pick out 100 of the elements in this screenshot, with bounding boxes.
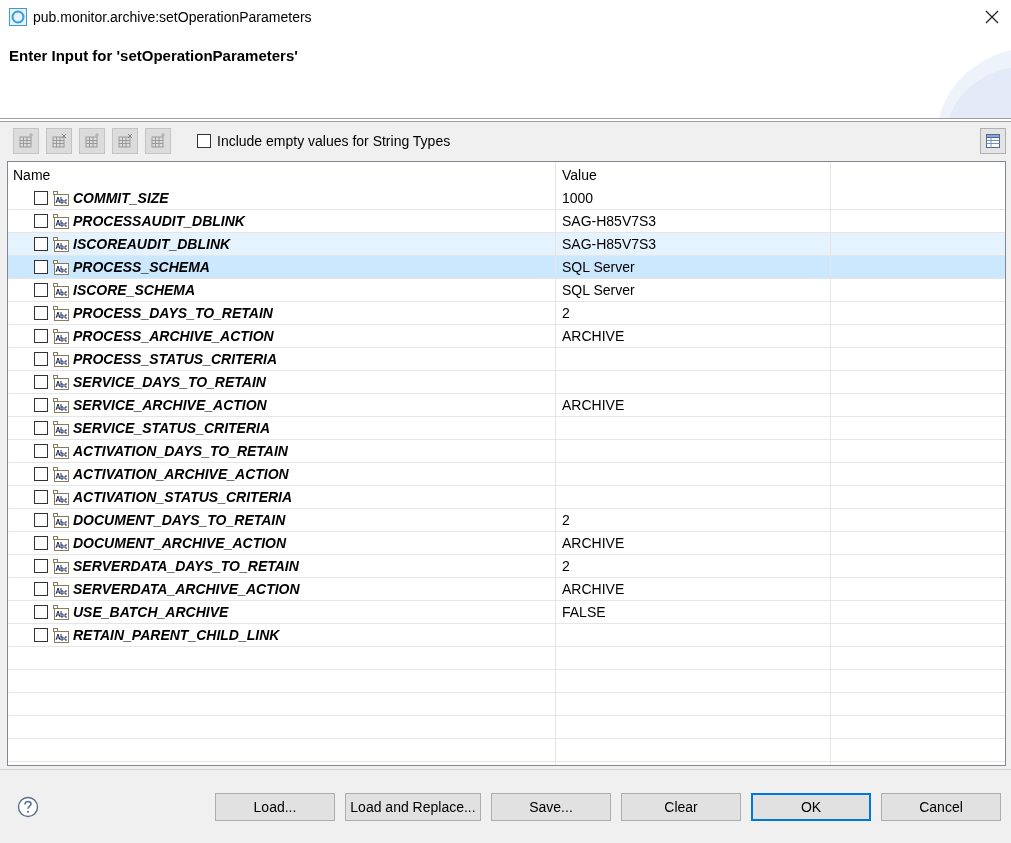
parameter-value: ARCHIVE	[562, 328, 625, 344]
parameter-value: ARCHIVE	[562, 535, 625, 551]
parameter-name: ACTIVATION_STATUS_CRITERIA	[73, 489, 293, 505]
table-row[interactable]: RETAIN_PARENT_CHILD_LINK	[8, 624, 1005, 647]
table-row[interactable]: SERVERDATA_ARCHIVE_ACTION ARCHIVE	[8, 578, 1005, 601]
dialog-button[interactable]: Load and Replace...	[345, 792, 481, 821]
parameter-name: PROCESS_ARCHIVE_ACTION	[73, 328, 274, 344]
checkbox[interactable]	[197, 134, 211, 148]
parameter-value: 2	[562, 305, 570, 321]
row-checkbox[interactable]	[34, 375, 48, 389]
table-row[interactable]: DOCUMENT_ARCHIVE_ACTION ARCHIVE	[8, 532, 1005, 555]
parameter-name: SERVICE_ARCHIVE_ACTION	[73, 397, 267, 413]
parameter-name: PROCESS_STATUS_CRITERIA	[73, 351, 278, 367]
row-checkbox[interactable]	[34, 260, 48, 274]
string-type-icon	[53, 581, 69, 597]
table-icon	[985, 133, 1001, 149]
parameter-name: ISCOREAUDIT_DBLINK	[73, 236, 231, 252]
parameter-name: PROCESSAUDIT_DBLINK	[73, 213, 245, 229]
row-checkbox[interactable]	[34, 306, 48, 320]
grid-icon	[18, 133, 34, 149]
string-type-icon	[53, 443, 69, 459]
row-checkbox[interactable]	[34, 352, 48, 366]
table-row[interactable]: PROCESS_DAYS_TO_RETAIN 2	[8, 302, 1005, 325]
dialog-button[interactable]: Save...	[491, 792, 611, 821]
row-checkbox[interactable]	[34, 444, 48, 458]
dialog-button[interactable]: OK	[751, 792, 871, 821]
grid-icon	[84, 133, 100, 149]
table-row[interactable]: SERVICE_DAYS_TO_RETAIN	[8, 371, 1005, 394]
string-type-icon	[53, 420, 69, 436]
row-checkbox[interactable]	[34, 490, 48, 504]
table-row[interactable]: ACTIVATION_ARCHIVE_ACTION	[8, 463, 1005, 486]
table-row[interactable]: PROCESS_STATUS_CRITERIA	[8, 348, 1005, 371]
row-checkbox[interactable]	[34, 605, 48, 619]
dialog-button[interactable]: Load...	[215, 792, 335, 821]
parameter-name: ACTIVATION_ARCHIVE_ACTION	[73, 466, 289, 482]
string-type-icon	[53, 305, 69, 321]
row-checkbox[interactable]	[34, 536, 48, 550]
parameter-name: ACTIVATION_DAYS_TO_RETAIN	[73, 443, 288, 459]
row-checkbox[interactable]	[34, 467, 48, 481]
row-checkbox[interactable]	[34, 628, 48, 642]
row-checkbox[interactable]	[34, 513, 48, 527]
close-icon[interactable]	[985, 10, 999, 24]
parameter-name: SERVICE_STATUS_CRITERIA	[73, 420, 271, 436]
string-type-icon	[53, 397, 69, 413]
row-checkbox[interactable]	[34, 398, 48, 412]
parameter-name: SERVERDATA_ARCHIVE_ACTION	[73, 581, 300, 597]
row-checkbox[interactable]	[34, 421, 48, 435]
decorative-swoosh	[939, 50, 1011, 118]
table-row[interactable]: ACTIVATION_DAYS_TO_RETAIN	[8, 440, 1005, 463]
string-type-icon	[53, 236, 69, 252]
table-row[interactable]: DOCUMENT_DAYS_TO_RETAIN 2	[8, 509, 1005, 532]
parameter-value: ARCHIVE	[562, 397, 625, 413]
parameter-name: DOCUMENT_DAYS_TO_RETAIN	[73, 512, 286, 528]
string-type-icon	[53, 328, 69, 344]
parameter-value: ARCHIVE	[562, 581, 625, 597]
row-checkbox[interactable]	[34, 329, 48, 343]
table-layout-button[interactable]	[980, 128, 1006, 154]
table-row[interactable]: SERVICE_ARCHIVE_ACTION ARCHIVE	[8, 394, 1005, 417]
string-type-icon	[53, 604, 69, 620]
table-row[interactable]: SERVICE_STATUS_CRITERIA	[8, 417, 1005, 440]
parameter-value: SQL Server	[562, 259, 635, 275]
grid-icon	[150, 133, 166, 149]
parameter-name: USE_BATCH_ARCHIVE	[73, 604, 229, 620]
table-row[interactable]: ACTIVATION_STATUS_CRITERIA	[8, 486, 1005, 509]
grid-icon	[51, 133, 67, 149]
parameter-name: SERVICE_DAYS_TO_RETAIN	[73, 374, 266, 390]
parameter-name: PROCESS_SCHEMA	[73, 259, 210, 275]
row-checkbox[interactable]	[34, 191, 48, 205]
row-checkbox[interactable]	[34, 283, 48, 297]
column-header[interactable]: Name	[13, 166, 51, 183]
parameter-name: DOCUMENT_ARCHIVE_ACTION	[73, 535, 287, 551]
string-type-icon	[53, 190, 69, 206]
dialog-button[interactable]: Clear	[621, 792, 741, 821]
table-row[interactable]: ISCOREAUDIT_DBLINK SAG-H85V7S3	[8, 233, 1005, 256]
dialog-button[interactable]: Cancel	[881, 792, 1001, 821]
parameter-value: 2	[562, 512, 570, 528]
table-row[interactable]: ISCORE_SCHEMA SQL Server	[8, 279, 1005, 302]
table-row[interactable]: PROCESS_SCHEMA SQL Server	[8, 256, 1005, 279]
parameter-name: COMMIT_SIZE	[73, 190, 169, 206]
table-row[interactable]: USE_BATCH_ARCHIVE FALSE	[8, 601, 1005, 624]
string-type-icon	[53, 627, 69, 643]
column-header[interactable]: Value	[562, 166, 597, 183]
parameter-value: 2	[562, 558, 570, 574]
parameter-value: SAG-H85V7S3	[562, 236, 657, 252]
row-checkbox[interactable]	[34, 582, 48, 596]
string-type-icon	[53, 351, 69, 367]
table-row[interactable]: COMMIT_SIZE 1000	[8, 187, 1005, 210]
table-row[interactable]: SERVERDATA_DAYS_TO_RETAIN 2	[8, 555, 1005, 578]
parameter-name: SERVERDATA_DAYS_TO_RETAIN	[73, 558, 299, 574]
parameter-name: RETAIN_PARENT_CHILD_LINK	[73, 627, 280, 643]
parameter-name: PROCESS_DAYS_TO_RETAIN	[73, 305, 273, 321]
grid-icon	[117, 133, 133, 149]
row-checkbox[interactable]	[34, 559, 48, 573]
table-row[interactable]: PROCESS_ARCHIVE_ACTION ARCHIVE	[8, 325, 1005, 348]
window-title: pub.monitor.archive:setOperationParameters	[33, 9, 312, 25]
row-checkbox[interactable]	[34, 237, 48, 251]
row-checkbox[interactable]	[34, 214, 48, 228]
dialog-heading: Enter Input for 'setOperationParameters'	[9, 47, 298, 64]
string-type-icon	[53, 374, 69, 390]
help-icon[interactable]	[17, 795, 39, 818]
